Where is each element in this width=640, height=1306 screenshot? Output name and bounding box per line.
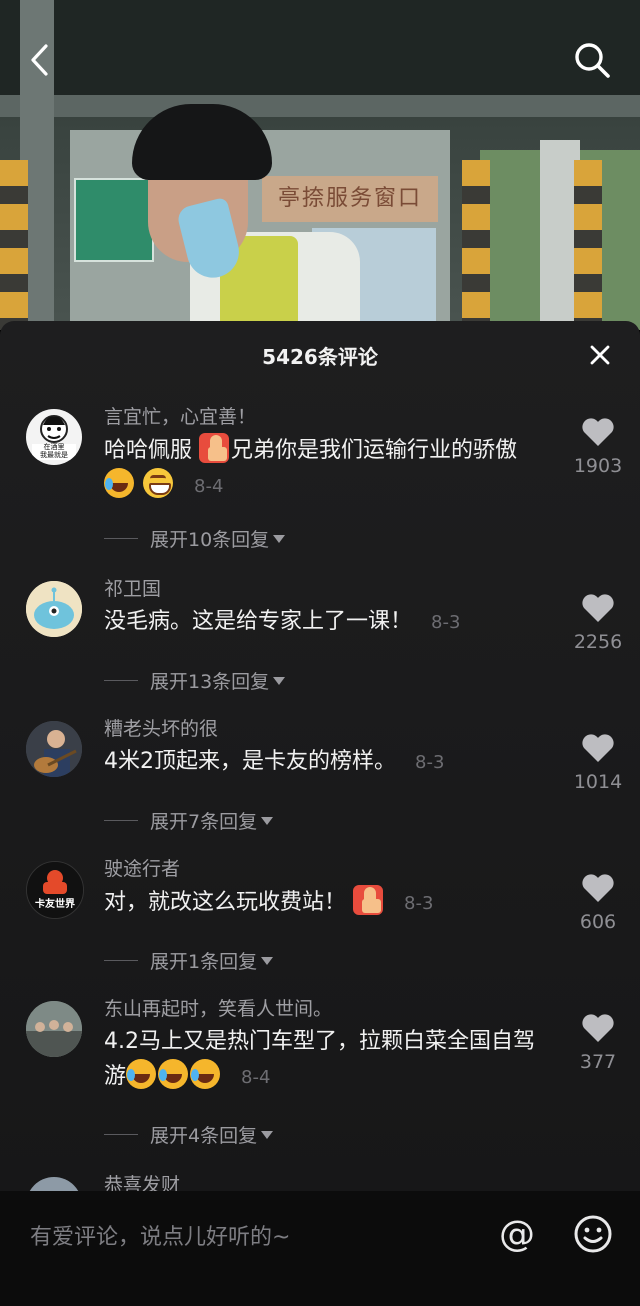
heart-icon bbox=[582, 594, 614, 622]
emoji-icon bbox=[574, 1215, 612, 1253]
heart-icon bbox=[582, 1014, 614, 1042]
avatar[interactable] bbox=[26, 1001, 82, 1057]
expand-replies[interactable]: 展开1条回复 bbox=[104, 947, 274, 974]
comment-author[interactable]: 恭喜发财 bbox=[104, 1171, 544, 1191]
avatar[interactable] bbox=[26, 721, 82, 777]
expand-replies[interactable]: 展开10条回复 bbox=[104, 525, 286, 552]
comment-body: 恭喜发财 bbox=[104, 1171, 544, 1191]
expand-replies[interactable]: 展开4条回复 bbox=[104, 1121, 274, 1148]
comment-body: 糟老头坏的很 4米2顶起来，是卡友的榜样。 8-3 bbox=[104, 715, 544, 780]
laughing-tears-icon bbox=[158, 1059, 189, 1089]
like-button[interactable]: 606 bbox=[560, 873, 636, 933]
like-button[interactable]: 377 bbox=[560, 1013, 636, 1073]
cartoon-avatar-icon bbox=[26, 581, 82, 637]
close-icon bbox=[590, 345, 610, 365]
grinning-icon bbox=[143, 468, 173, 498]
heart-icon bbox=[582, 874, 614, 902]
expand-replies[interactable]: 展开13条回复 bbox=[104, 667, 286, 694]
comment-date: 8-4 bbox=[194, 476, 224, 497]
comment-input[interactable]: 有爱评论，说点儿好听的~ bbox=[30, 1219, 290, 1251]
heart-icon bbox=[582, 734, 614, 762]
chevron-down-icon bbox=[261, 1130, 274, 1139]
like-count: 606 bbox=[579, 911, 617, 933]
back-arrow-icon bbox=[31, 44, 48, 76]
comment-date: 8-4 bbox=[241, 1067, 271, 1088]
avatar-caption: 我最就是 bbox=[40, 451, 68, 459]
avatar-caption: 在酒里 bbox=[43, 443, 65, 451]
close-button[interactable] bbox=[586, 341, 614, 369]
search-icon bbox=[575, 43, 610, 78]
search-button[interactable] bbox=[572, 40, 612, 80]
comment-text: 哈哈佩服 兄弟你是我们运输行业的骄傲 8-4 bbox=[104, 433, 544, 504]
laughing-tears-icon bbox=[126, 1059, 157, 1089]
comment-text: 4.2马上又是热门车型了，拉颗白菜全国自驾游 8-4 bbox=[104, 1029, 535, 1089]
back-button[interactable] bbox=[20, 40, 60, 80]
mention-button[interactable]: @ bbox=[496, 1213, 538, 1255]
expand-replies[interactable]: 展开7条回复 bbox=[104, 807, 274, 834]
like-count: 1903 bbox=[573, 455, 623, 477]
comment-date: 8-3 bbox=[431, 612, 461, 633]
comment-date: 8-3 bbox=[415, 752, 445, 773]
avatar[interactable]: 卡友世界 bbox=[26, 861, 84, 919]
guitar-man-avatar-icon bbox=[26, 721, 82, 777]
comment-author[interactable]: 糟老头坏的很 bbox=[104, 715, 544, 743]
like-button[interactable]: 1014 bbox=[560, 733, 636, 793]
comment-body: 言宜忙，心宜善！ 哈哈佩服 兄弟你是我们运输行业的骄傲 8-4 bbox=[104, 403, 544, 504]
comment-text: 4米2顶起来，是卡友的榜样。 8-3 bbox=[104, 749, 445, 774]
avatar-caption: 卡友世界 bbox=[35, 899, 75, 910]
comment-author[interactable]: 言宜忙，心宜善！ bbox=[104, 403, 544, 431]
laughing-tears-icon bbox=[190, 1059, 221, 1089]
qr-sign bbox=[74, 178, 154, 262]
comment-body: 祁卫国 没毛病。这是给专家上了一课！ 8-3 bbox=[104, 575, 544, 640]
comment-date: 8-3 bbox=[404, 893, 434, 914]
like-button[interactable]: 2256 bbox=[560, 593, 636, 653]
like-count: 377 bbox=[579, 1051, 617, 1073]
service-window-sign: 亭捺服务窗口 bbox=[262, 176, 438, 222]
avatar[interactable]: 在酒里 我最就是 bbox=[26, 409, 82, 465]
like-count: 2256 bbox=[573, 631, 623, 653]
comment-input-bar: 有爱评论，说点儿好听的~ @ bbox=[0, 1191, 640, 1306]
heart-icon bbox=[582, 418, 614, 446]
comment-text: 没毛病。这是给专家上了一课！ 8-3 bbox=[104, 609, 461, 634]
comment-body: 东山再起时，笑看人世间。 4.2马上又是热门车型了，拉颗白菜全国自驾游 8-4 bbox=[104, 995, 544, 1095]
at-icon: @ bbox=[499, 1213, 535, 1255]
comment-body: 驶途行者 对，就改这么玩收费站！ 8-3 bbox=[104, 855, 544, 921]
chevron-down-icon bbox=[273, 676, 286, 685]
comment-sheet: 5426条评论 在酒里 我最就是 言宜忙，心宜善！ 哈哈佩服 兄弟你是我们运输行… bbox=[0, 321, 640, 1191]
like-count: 1014 bbox=[573, 771, 623, 793]
like-button[interactable]: 1903 bbox=[560, 417, 636, 477]
comment-author[interactable]: 东山再起时，笑看人世间。 bbox=[104, 995, 544, 1023]
comment-count-title: 5426条评论 bbox=[262, 345, 378, 369]
laughing-tears-icon bbox=[104, 468, 134, 498]
video-player[interactable]: 亭捺服务窗口 bbox=[0, 0, 640, 330]
thumbs-up-icon bbox=[199, 433, 230, 463]
avatar[interactable] bbox=[26, 581, 82, 637]
screen: 亭捺服务窗口 5426条评论 在酒里 我最就是 言宜忙，心宜善！ 哈哈佩服 兄弟… bbox=[0, 0, 640, 1306]
chevron-down-icon bbox=[261, 816, 274, 825]
comment-text: 对，就改这么玩收费站！ 8-3 bbox=[104, 885, 544, 921]
thumbs-up-icon bbox=[353, 885, 384, 915]
comment-sheet-header: 5426条评论 bbox=[0, 321, 640, 391]
emoji-button[interactable] bbox=[572, 1213, 614, 1255]
comment-author[interactable]: 驶途行者 bbox=[104, 855, 544, 883]
group-photo-avatar-icon bbox=[26, 1001, 82, 1057]
comment-author[interactable]: 祁卫国 bbox=[104, 575, 544, 603]
chevron-down-icon bbox=[261, 956, 274, 965]
chevron-down-icon bbox=[273, 534, 286, 543]
avatar[interactable] bbox=[26, 1177, 82, 1191]
